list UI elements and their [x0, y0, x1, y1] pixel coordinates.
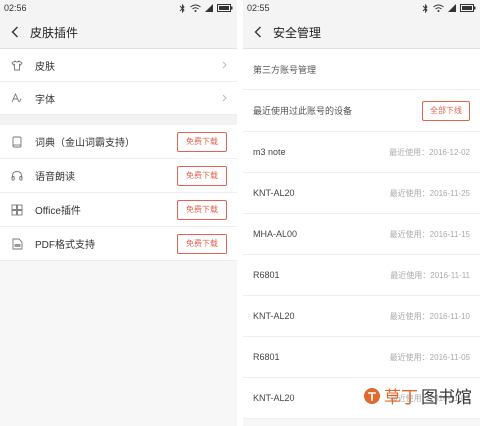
device-row: MHA-AL00 最近使用：2016-11-15	[243, 214, 480, 255]
settings-item-label: 皮肤	[35, 61, 55, 73]
device-name: MHA-AL00	[253, 229, 298, 239]
status-time: 02:55	[247, 3, 270, 13]
chevron-left-icon	[254, 26, 261, 38]
font-icon	[9, 90, 25, 106]
status-bar: 02:56	[0, 0, 237, 16]
tshirt-icon	[9, 57, 25, 73]
free-download-button[interactable]: 免费下载	[177, 131, 227, 152]
chevron-right-icon	[222, 61, 227, 69]
device-name: R6801	[253, 270, 280, 280]
device-last-used: 最近使用：2016-11-10	[389, 311, 470, 321]
device-row: KNT-AL20 最近使用：2016-11-25	[243, 173, 480, 214]
chevron-left-icon	[11, 26, 18, 38]
third-party-label: 第三方账号管理	[253, 64, 317, 75]
plugin-item-office: Office插件 免费下载	[0, 193, 237, 227]
device-row: m3 note 最近使用：2016-12-02	[243, 132, 480, 173]
device-last-used: 最近使用：2016-11-15	[389, 229, 470, 239]
device-name: KNT-AL20	[253, 311, 295, 321]
pdf-icon	[9, 236, 25, 252]
recent-devices-label: 最近使用过此账号的设备	[253, 106, 353, 116]
watermark-text-2: 图书馆	[421, 388, 472, 408]
bluetooth-icon	[179, 3, 185, 13]
nav-bar: 安全管理	[243, 16, 480, 49]
office-icon	[9, 202, 25, 218]
device-last-used: 最近使用：2016-11-11	[390, 270, 470, 280]
recent-devices-header: 最近使用过此账号的设备 全部下线	[243, 90, 480, 132]
back-button[interactable]	[243, 16, 273, 49]
headphones-icon	[9, 168, 25, 184]
right-screen: 02:55 安全管理 第三方账号管理 最近使用过此账号的设备 全部下线 m3 n…	[243, 0, 480, 426]
bluetooth-icon	[422, 3, 428, 13]
device-name: KNT-AL20	[253, 393, 295, 403]
back-button[interactable]	[0, 16, 30, 49]
device-name: KNT-AL20	[253, 188, 295, 198]
section-divider	[0, 115, 237, 125]
settings-item-skin[interactable]: 皮肤	[0, 49, 237, 82]
battery-icon	[217, 4, 233, 12]
plugin-item-pdf: PDF格式支持 免费下载	[0, 227, 237, 261]
free-download-button[interactable]: 免费下载	[177, 233, 227, 254]
status-bar: 02:55	[243, 0, 480, 16]
nav-bar: 皮肤插件	[0, 16, 237, 49]
wifi-icon	[433, 4, 444, 12]
settings-item-label: 字体	[35, 94, 55, 106]
logout-all-button[interactable]: 全部下线	[422, 100, 470, 121]
chevron-right-icon	[222, 94, 227, 102]
device-row: R6801 最近使用：2016-11-11	[243, 255, 480, 296]
free-download-button[interactable]: 免费下载	[177, 199, 227, 220]
device-row: KNT-AL20 最近使用：2016-11-10	[243, 296, 480, 337]
plugin-item-dictionary: 词典（金山词霸支持） 免费下载	[0, 125, 237, 159]
battery-icon	[460, 4, 476, 12]
free-download-button[interactable]: 免费下载	[177, 165, 227, 186]
third-party-account-link[interactable]: 第三方账号管理	[243, 49, 480, 90]
left-screen: 02:56 皮肤插件 皮肤 字体 词典（金山词霸支持） 免费下载 语音朗读 免费…	[0, 0, 237, 426]
watermark-logo: 草丁 图书馆	[363, 383, 472, 408]
page-title: 皮肤插件	[30, 25, 79, 40]
signal-icon	[205, 4, 213, 12]
book-icon	[9, 134, 25, 150]
plugin-item-voice: 语音朗读 免费下载	[0, 159, 237, 193]
status-time: 02:56	[4, 3, 27, 13]
wifi-icon	[190, 4, 201, 12]
device-name: R6801	[253, 352, 280, 362]
page-title: 安全管理	[273, 25, 322, 40]
device-row: R6801 最近使用：2016-11-05	[243, 337, 480, 378]
device-last-used: 最近使用：2016-11-25	[389, 188, 470, 198]
device-last-used: 最近使用：2016-11-05	[389, 352, 470, 362]
device-name: m3 note	[253, 147, 286, 157]
device-last-used: 最近使用：2016-12-02	[389, 147, 470, 157]
signal-icon	[448, 4, 456, 12]
watermark-mark-icon	[364, 387, 380, 404]
watermark-text-1: 草丁	[384, 388, 418, 408]
settings-item-font[interactable]: 字体	[0, 82, 237, 115]
